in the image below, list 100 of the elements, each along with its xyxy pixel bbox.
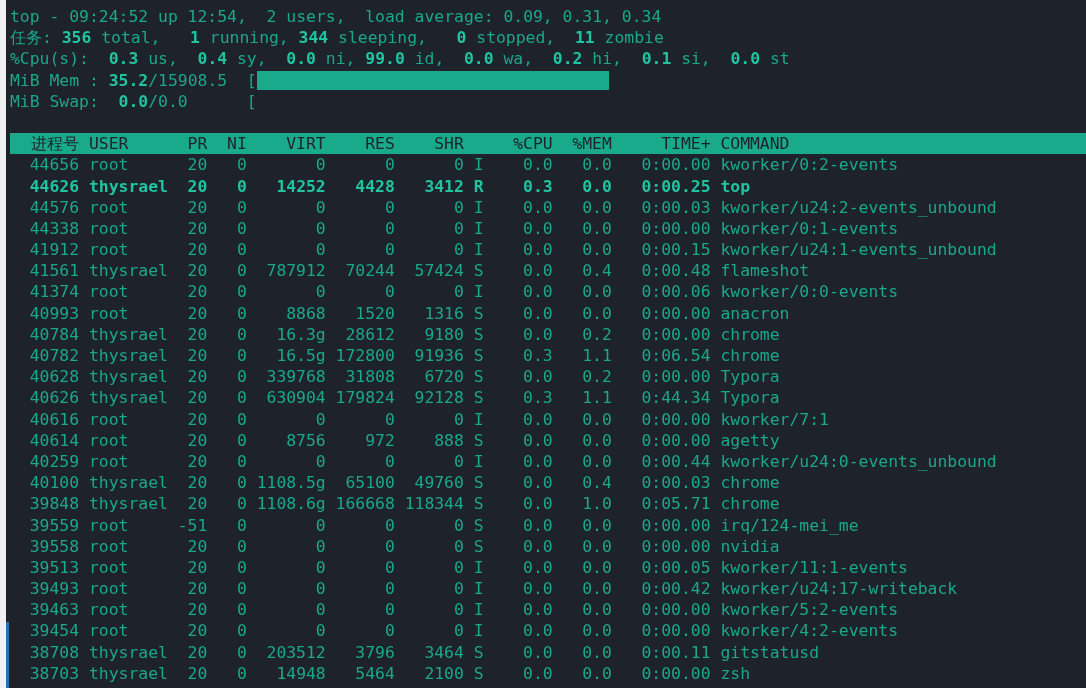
table-cell: S (473, 261, 484, 281)
table-cell: root (88, 303, 129, 323)
table-cell: 0 (315, 240, 326, 260)
table-cell: 20 (187, 282, 208, 302)
table-cell: 1.1 (582, 388, 612, 408)
table-cell: 0.0 (523, 663, 553, 683)
table-cell: 0.0 (523, 579, 553, 599)
table-cell: 0 (236, 388, 247, 408)
table-cell: 0 (454, 536, 464, 556)
table-cell: 118344 (404, 494, 464, 514)
table-cell: 0 (454, 579, 464, 599)
table-cell: root (88, 240, 129, 260)
table-cell: 0.0 (523, 621, 553, 641)
table-cell: 0 (315, 282, 326, 302)
table-cell: 40993 (29, 303, 80, 323)
table-cell: 20 (187, 557, 208, 577)
table-cell: 0:00.00 (641, 155, 711, 175)
table-cell: 31808 (345, 367, 395, 387)
table-cell: 44576 (29, 197, 80, 217)
table-cell: 0.4 (582, 261, 612, 281)
table-cell: 0.0 (523, 430, 553, 450)
table-cell: 1108.5g (256, 473, 326, 493)
table-cell: 3796 (355, 642, 395, 662)
table-cell: 0 (454, 621, 464, 641)
table-cell: 0 (315, 451, 326, 471)
table-cell: 0 (236, 557, 247, 577)
table-cell: -51 (177, 515, 208, 535)
table-cell: root (88, 155, 129, 175)
table-cell: S (473, 515, 484, 535)
table-cell: 20 (187, 621, 208, 641)
table-cell: 40259 (29, 451, 80, 471)
tasks-line: 任务: 356 total, 1 running, 344 sleeping, 0 stopped, 11 zombie (10, 27, 664, 49)
table-cell: 57424 (414, 261, 464, 281)
table-cell: root (88, 197, 129, 217)
table-cell: 1316 (424, 303, 464, 323)
table-cell: 0 (236, 176, 247, 196)
column-header: RES (365, 134, 395, 154)
table-cell: 0.0 (582, 600, 612, 620)
table-cell: 0.0 (523, 473, 553, 493)
table-cell: 0 (236, 536, 247, 556)
table-cell: 44338 (29, 218, 80, 238)
table-cell: 0 (384, 218, 395, 238)
table-cell: 0:00.42 (641, 579, 711, 599)
table-cell: S (473, 388, 484, 408)
table-cell: 0 (236, 409, 247, 429)
table-cell: root (88, 515, 129, 535)
table-cell: 20 (187, 176, 208, 196)
table-cell: I (473, 621, 484, 641)
table-cell: 41561 (29, 261, 80, 281)
table-cell: kworker/5:2-events (720, 600, 898, 620)
table-cell: 0 (454, 282, 464, 302)
table-cell: 0.0 (523, 218, 553, 238)
table-cell: 44626 (29, 176, 80, 196)
table-cell: 0.4 (582, 473, 612, 493)
table-cell: 20 (187, 663, 208, 683)
table-cell: 92128 (414, 388, 464, 408)
table-cell: root (88, 557, 129, 577)
table-cell: 0 (454, 600, 464, 620)
table-cell: 20 (187, 642, 208, 662)
table-cell: 39559 (29, 515, 80, 535)
table-cell: 172800 (335, 346, 395, 365)
table-cell: root (88, 218, 129, 238)
table-cell: 0 (315, 197, 326, 217)
table-cell: thysrael (88, 367, 168, 387)
table-cell: 0.3 (523, 388, 553, 408)
table-cell: 1.1 (582, 346, 612, 365)
column-header: %CPU (513, 134, 553, 154)
column-header: VIRT (286, 134, 326, 154)
table-cell: 0:00.05 (641, 557, 711, 577)
table-cell: root (88, 409, 129, 429)
table-cell: 14948 (276, 663, 326, 683)
table-cell: 28612 (345, 324, 395, 344)
table-cell: I (473, 451, 484, 471)
table-cell: 0:00.00 (641, 515, 711, 535)
table-cell: 888 (434, 430, 464, 450)
table-cell: 0:00.11 (641, 642, 711, 662)
table-cell: 0.0 (523, 240, 553, 260)
table-cell: 38703 (29, 663, 80, 683)
table-cell: 0 (315, 579, 326, 599)
table-cell: 20 (187, 409, 208, 429)
table-cell: 0.0 (582, 557, 612, 577)
table-cell: 0.0 (582, 621, 612, 641)
table-cell: 0 (315, 515, 326, 535)
table-cell: 20 (187, 600, 208, 620)
table-cell: 0.0 (523, 494, 553, 514)
table-cell: 0 (236, 600, 247, 620)
table-cell: 16.3g (276, 324, 326, 344)
table-cell: 38708 (29, 642, 80, 662)
table-cell: kworker/0:1-events (720, 218, 898, 238)
table-cell: 0 (236, 621, 247, 641)
table-cell: 0 (384, 579, 395, 599)
table-cell: 20 (187, 324, 208, 344)
table-cell: 0 (236, 155, 247, 175)
table-cell: 1108.6g (256, 494, 326, 514)
table-cell: 39463 (29, 600, 80, 620)
table-cell: thysrael (88, 473, 168, 493)
table-cell: 0.0 (582, 515, 612, 535)
table-cell: 0 (315, 218, 326, 238)
column-header: TIME+ (661, 134, 711, 154)
table-cell: kworker/7:1 (720, 409, 829, 429)
